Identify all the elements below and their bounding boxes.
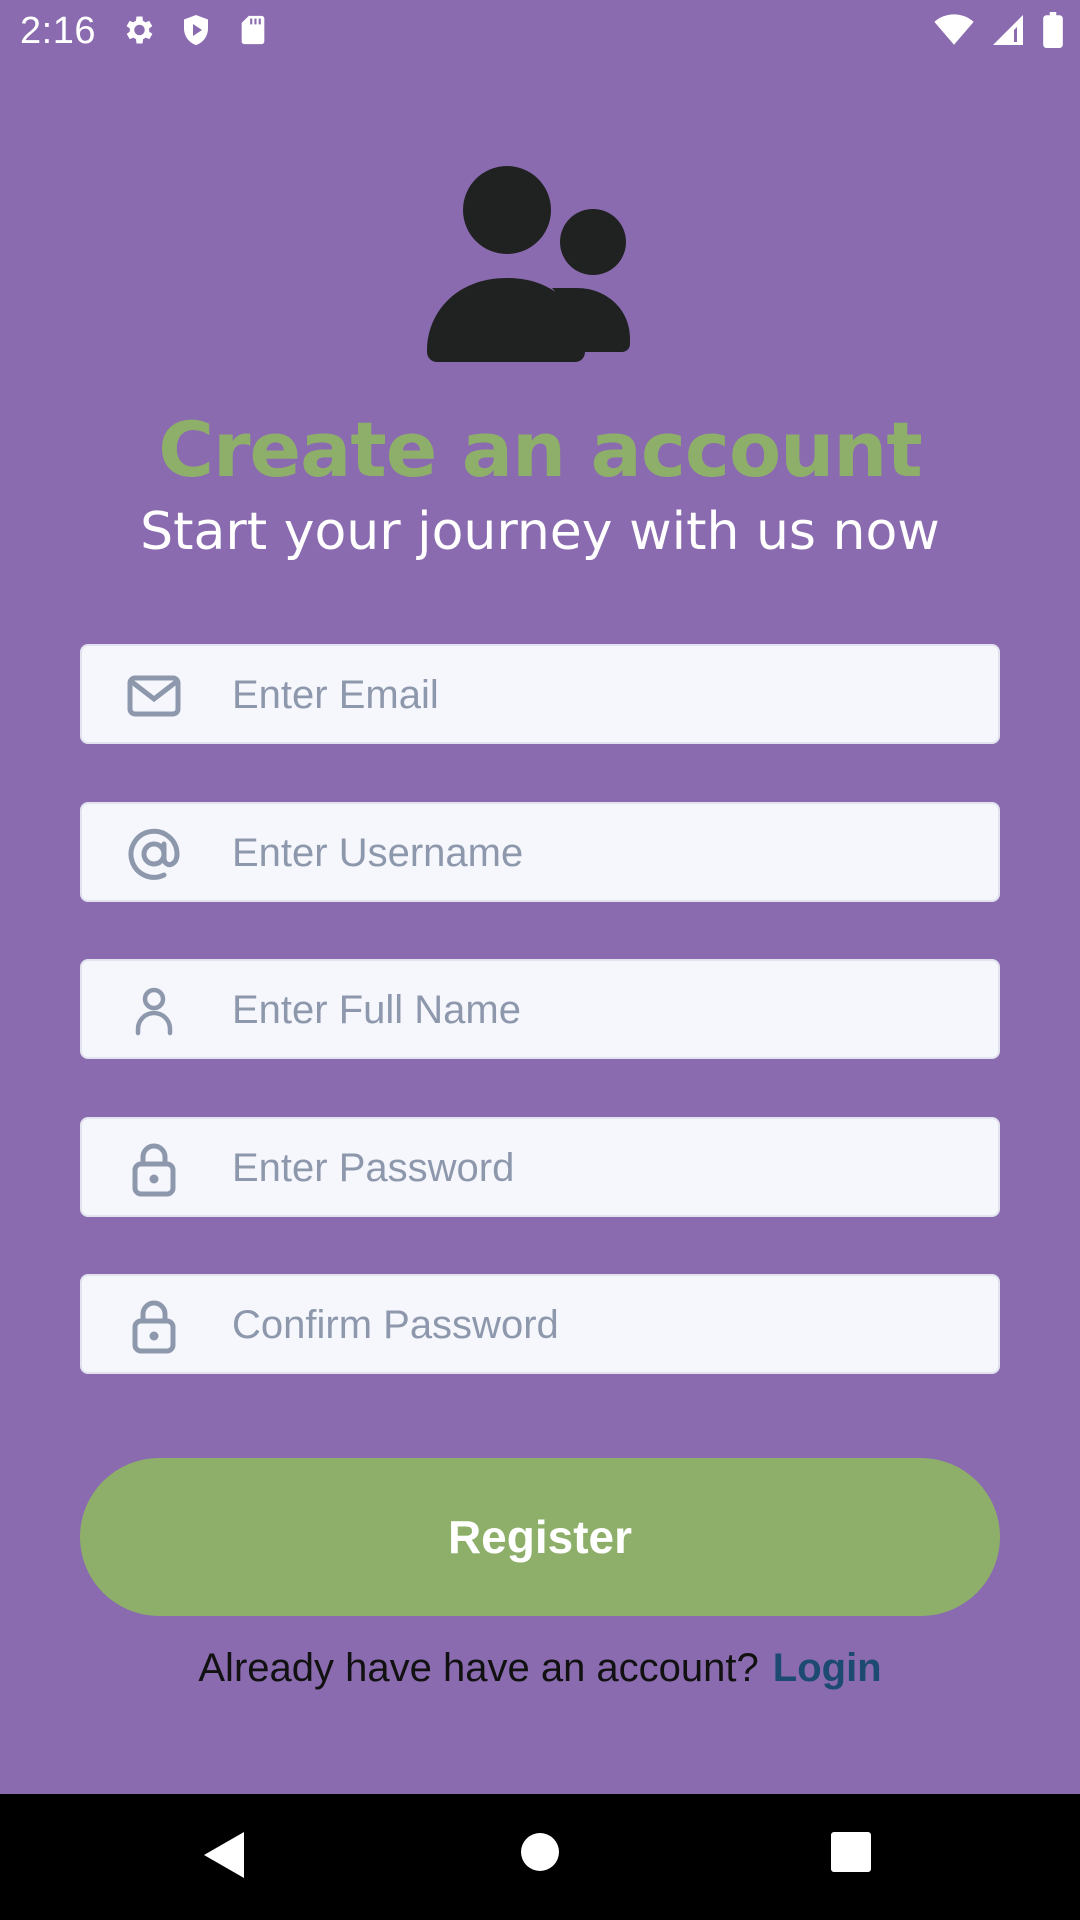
status-bar: 2:16 bbox=[0, 0, 1080, 64]
login-prompt: Already have have an account? Login bbox=[0, 1646, 1080, 1691]
username-input[interactable] bbox=[230, 804, 974, 902]
person-icon bbox=[126, 983, 182, 1039]
shield-play-icon bbox=[178, 12, 214, 48]
lock-icon bbox=[126, 1298, 182, 1354]
sd-card-icon bbox=[236, 12, 270, 48]
users-icon bbox=[425, 160, 655, 370]
mail-icon bbox=[126, 668, 182, 724]
back-icon[interactable] bbox=[202, 1830, 246, 1885]
username-field[interactable] bbox=[80, 802, 1000, 902]
at-sign-icon bbox=[126, 826, 182, 882]
battery-icon bbox=[1042, 12, 1064, 48]
email-input[interactable] bbox=[230, 646, 974, 744]
recents-icon[interactable] bbox=[830, 1831, 872, 1878]
email-field[interactable] bbox=[80, 644, 1000, 744]
register-button[interactable]: Register bbox=[80, 1458, 1000, 1616]
fullname-field[interactable] bbox=[80, 959, 1000, 1059]
password-field[interactable] bbox=[80, 1117, 1000, 1217]
gear-icon bbox=[120, 12, 156, 48]
navigation-bar bbox=[0, 1794, 1080, 1920]
status-time: 2:16 bbox=[20, 10, 96, 52]
login-link[interactable]: Login bbox=[773, 1646, 882, 1690]
password-input[interactable] bbox=[230, 1119, 974, 1217]
wifi-icon bbox=[934, 12, 974, 48]
confirm-password-input[interactable] bbox=[230, 1276, 974, 1374]
page-subtitle: Start your journey with us now bbox=[140, 502, 940, 562]
cell-signal-icon bbox=[990, 12, 1026, 48]
fullname-input[interactable] bbox=[230, 961, 974, 1059]
home-icon[interactable] bbox=[520, 1832, 560, 1877]
login-prompt-text: Already have have an account? bbox=[198, 1646, 759, 1690]
page-title: Create an account bbox=[158, 405, 922, 494]
lock-icon bbox=[126, 1141, 182, 1197]
confirm-password-field[interactable] bbox=[80, 1274, 1000, 1374]
